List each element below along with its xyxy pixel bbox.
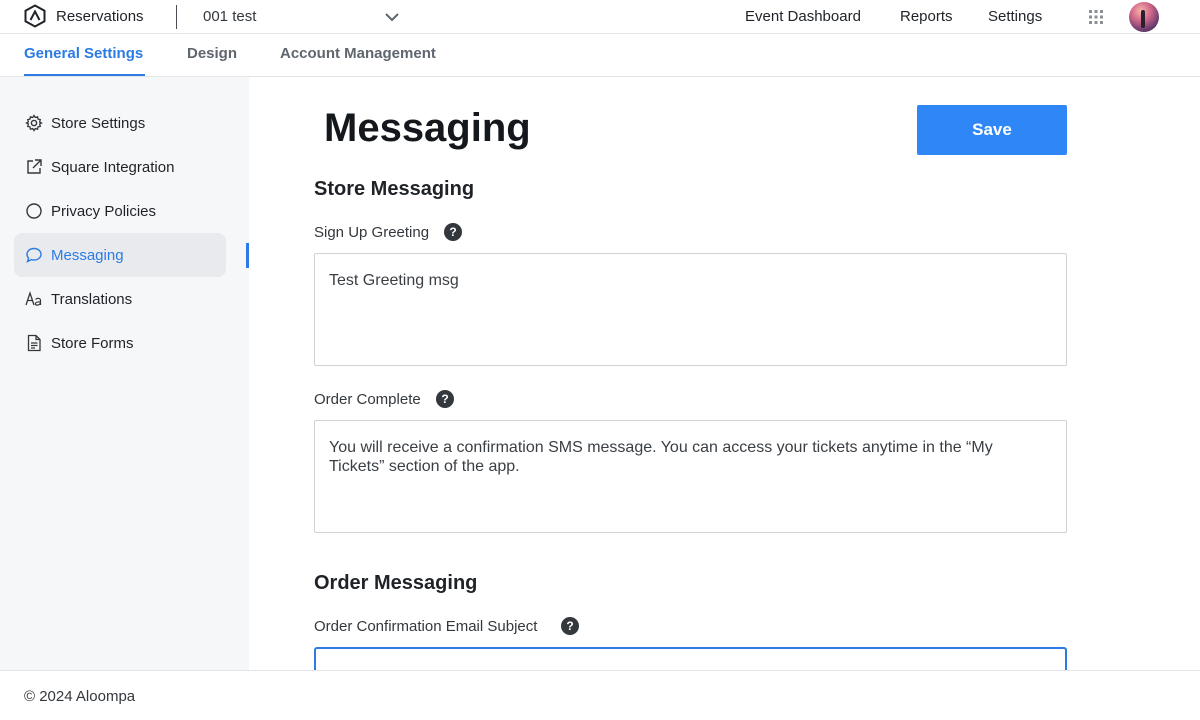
- copyright-text: © 2024 Aloompa: [24, 688, 136, 705]
- order-confirmation-subject-label: Order Confirmation Email Subject: [314, 618, 538, 635]
- help-icon[interactable]: ?: [444, 223, 462, 241]
- nav-reports[interactable]: Reports: [900, 8, 953, 25]
- divider: [176, 5, 177, 29]
- text-aa-icon: [25, 290, 42, 306]
- sidebar-item-label: Translations: [51, 291, 133, 308]
- circle-icon: [26, 203, 42, 219]
- app-name: Reservations: [56, 8, 144, 25]
- page-title: Messaging: [324, 106, 531, 150]
- active-tab-indicator: [24, 74, 145, 76]
- sign-up-greeting-label: Sign Up Greeting: [314, 224, 430, 241]
- order-messaging-heading: Order Messaging: [314, 572, 478, 594]
- apps-grid-icon[interactable]: [1089, 10, 1103, 24]
- sidebar-item-label: Store Settings: [51, 115, 146, 132]
- sidebar-item-label: Square Integration: [51, 159, 175, 176]
- app-logo-icon[interactable]: [23, 4, 47, 28]
- store-selector[interactable]: 001 test: [203, 8, 256, 25]
- order-complete-label: Order Complete: [314, 391, 421, 408]
- tab-general-settings[interactable]: General Settings: [24, 45, 143, 62]
- store-messaging-heading: Store Messaging: [314, 178, 475, 200]
- sidebar-item-label: Store Forms: [51, 335, 134, 352]
- tab-design[interactable]: Design: [187, 45, 237, 62]
- nav-settings[interactable]: Settings: [988, 8, 1042, 25]
- sidebar-item-label: Privacy Policies: [51, 203, 157, 220]
- active-section-indicator: [246, 243, 249, 268]
- sidebar-item-store-forms[interactable]: Store Forms: [14, 321, 226, 365]
- help-icon[interactable]: ?: [561, 617, 579, 635]
- document-icon: [27, 334, 41, 352]
- footer: © 2024 Aloompa: [0, 670, 1200, 720]
- order-complete-field[interactable]: You will receive a confirmation SMS mess…: [314, 420, 1067, 533]
- tab-account-management[interactable]: Account Management: [280, 45, 436, 62]
- sidebar-item-messaging[interactable]: Messaging: [14, 233, 226, 277]
- top-bar: Reservations 001 test Event Dashboard Re…: [0, 0, 1200, 34]
- sign-up-greeting-field[interactable]: Test Greeting msg: [314, 253, 1067, 366]
- save-button[interactable]: Save: [917, 105, 1067, 155]
- chat-bubble-icon: [26, 247, 42, 263]
- sidebar-item-square-integration[interactable]: Square Integration: [14, 145, 226, 189]
- sidebar: Store Settings Square Integration Privac…: [0, 77, 249, 670]
- external-link-icon: [27, 159, 42, 174]
- settings-tabs: General Settings Design Account Manageme…: [0, 34, 1200, 77]
- sidebar-item-label: Messaging: [51, 247, 124, 264]
- sidebar-item-privacy-policies[interactable]: Privacy Policies: [14, 189, 226, 233]
- sidebar-item-store-settings[interactable]: Store Settings: [14, 101, 226, 145]
- gear-icon: [25, 114, 43, 132]
- nav-event-dashboard[interactable]: Event Dashboard: [745, 8, 861, 25]
- chevron-down-icon[interactable]: [384, 10, 400, 24]
- help-icon[interactable]: ?: [436, 390, 454, 408]
- avatar[interactable]: [1129, 2, 1159, 32]
- sidebar-item-translations[interactable]: Translations: [14, 277, 226, 321]
